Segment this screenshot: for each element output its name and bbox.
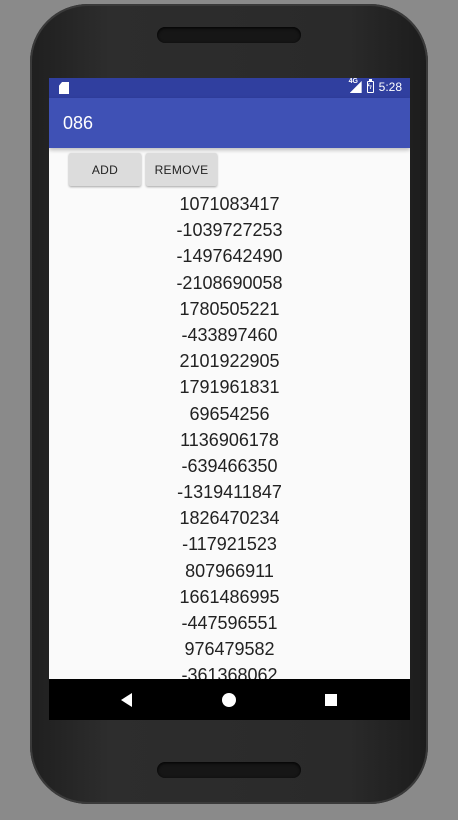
list-item: -447596551 [181, 613, 278, 633]
list-item: -2108690058 [176, 272, 283, 293]
list-item: 1071083417 [179, 194, 280, 214]
battery-charging-icon: ϟ [366, 79, 374, 93]
list-item: 1791961831 [179, 377, 280, 398]
list-item: 1826470234 [179, 508, 280, 529]
app-bar: 086 [49, 98, 410, 148]
list-item: -1497642490 [176, 246, 283, 267]
app-title: 086 [63, 113, 94, 133]
list-item: -639466350 [181, 455, 278, 476]
status-icons: 4G ϟ 5:28 [348, 78, 402, 94]
list-item: -433897460 [181, 324, 278, 345]
list-item: 976479582 [184, 639, 275, 660]
list-item: 2101922905 [179, 351, 280, 372]
signal-icon: 4G [348, 78, 362, 93]
navigation-bar [49, 679, 410, 720]
status-time: 5:28 [378, 80, 402, 94]
sd-card-icon [59, 82, 69, 94]
network-type: 4G [348, 78, 358, 85]
list-item: -1039727253 [176, 220, 283, 241]
remove-button[interactable]: REMOVE [146, 153, 217, 186]
recents-icon[interactable] [325, 694, 337, 706]
status-bar: 4G ϟ 5:28 [49, 78, 410, 98]
earpiece-speaker [157, 27, 301, 43]
list-item: -361368062 [181, 665, 278, 679]
number-list[interactable]: 1071083417 -1039727253 -1497642490 -2108… [49, 191, 410, 679]
add-button[interactable]: ADD [69, 153, 141, 186]
back-icon[interactable] [121, 693, 132, 707]
list-item: 1780505221 [179, 298, 280, 319]
list-item: -117921523 [182, 534, 277, 555]
device-screen: 4G ϟ 5:28 086 ADD REMOVE 1071083417 -103… [49, 78, 410, 720]
bottom-speaker [157, 762, 301, 778]
list-item: -1319411847 [177, 482, 282, 503]
list-item: 1661486995 [179, 586, 280, 607]
home-icon[interactable] [222, 693, 236, 707]
list-item: 69654256 [189, 403, 270, 424]
list-item: 1136906178 [180, 429, 279, 450]
list-item: 807966911 [185, 560, 274, 581]
